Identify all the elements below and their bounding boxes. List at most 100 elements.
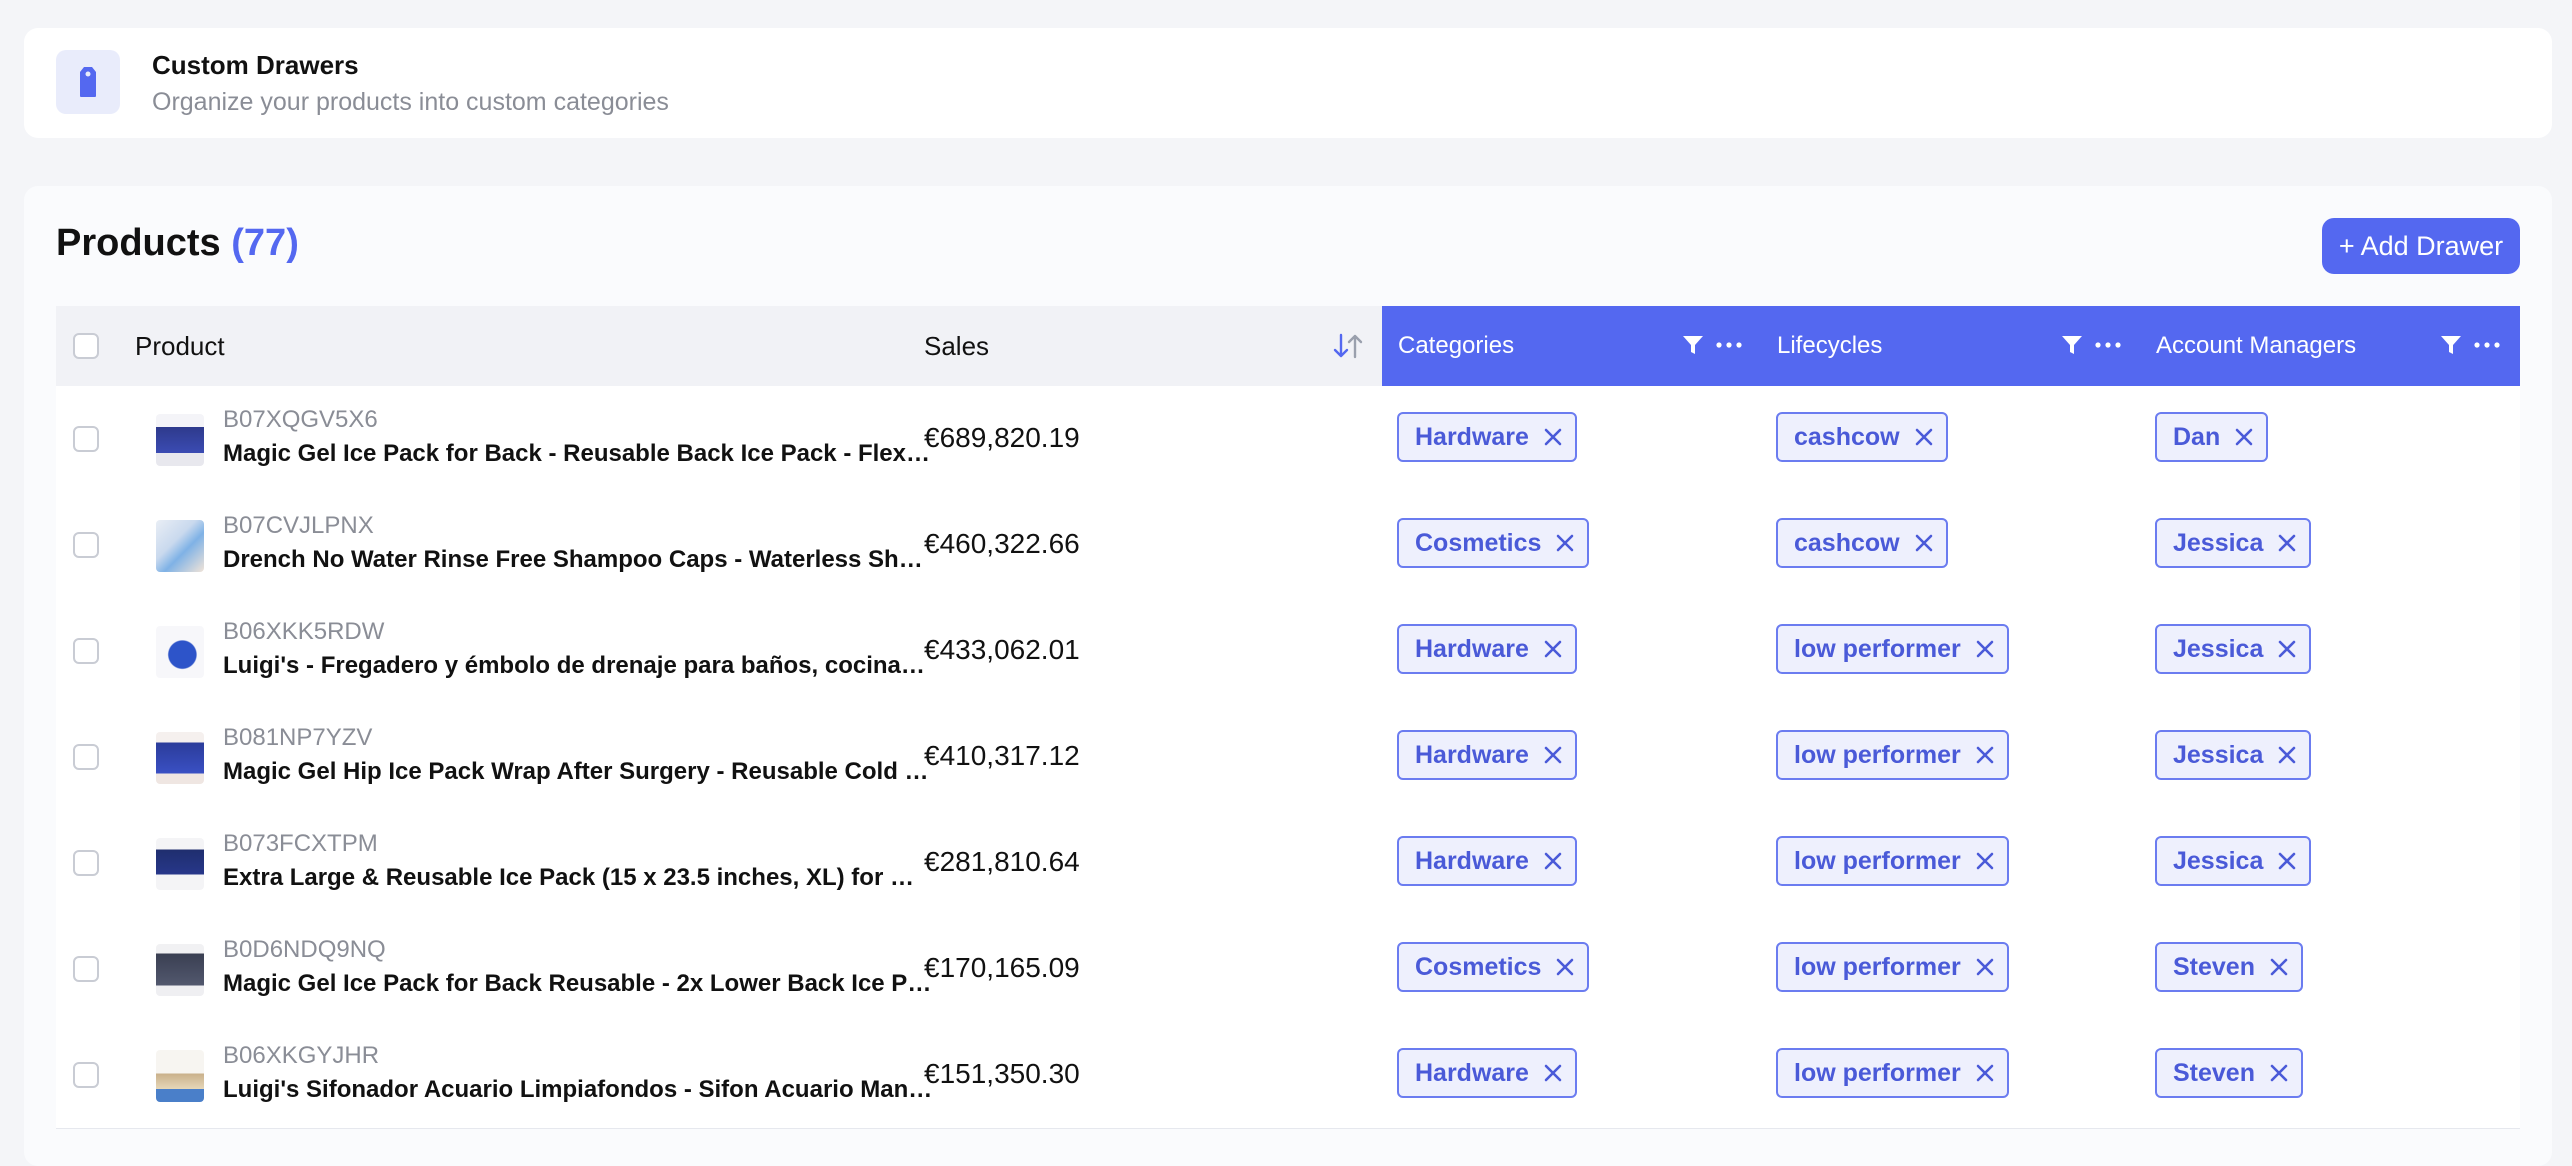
tag-icon [80,67,96,97]
column-header-categories[interactable]: Categories [1398,306,1514,386]
sort-icon[interactable] [1332,332,1364,360]
close-icon[interactable] [2277,639,2297,659]
column-header-account-managers[interactable]: Account Managers [2156,306,2356,386]
drawer-columns-header: Categories Lifecycles Account Managers [1382,306,2520,386]
close-icon[interactable] [1975,745,1995,765]
row-checkbox[interactable] [73,956,99,982]
lifecycle-tag: low performer [1776,942,2009,992]
close-icon[interactable] [1543,639,1563,659]
product-sku: B0D6NDQ9NQ [223,936,386,963]
category-tag-label: Hardware [1415,634,1529,663]
product-thumbnail [156,1050,204,1102]
product-thumbnail [156,944,204,996]
close-icon[interactable] [1914,427,1934,447]
product-name[interactable]: Magic Gel Ice Pack for Back Reusable - 2… [223,970,933,998]
close-icon[interactable] [1555,533,1575,553]
products-title-text: Products [56,222,221,264]
product-name[interactable]: Luigi's Sifonador Acuario Limpiafondos -… [223,1076,933,1104]
product-name[interactable]: Extra Large & Reusable Ice Pack (15 x 23… [223,864,933,892]
close-icon[interactable] [2277,745,2297,765]
close-icon[interactable] [1543,745,1563,765]
table-row[interactable]: B081NP7YZV Magic Gel Hip Ice Pack Wrap A… [56,704,2520,811]
close-icon[interactable] [2269,957,2289,977]
close-icon[interactable] [2269,1063,2289,1083]
close-icon[interactable] [2277,851,2297,871]
account-manager-tag-label: Jessica [2173,634,2264,663]
product-sales: €460,322.66 [924,528,1080,559]
account-managers-more-icon[interactable] [2474,342,2500,348]
product-sku: B06XKK5RDW [223,618,385,645]
product-name[interactable]: Drench No Water Rinse Free Shampoo Caps … [223,546,933,574]
product-sales: €170,165.09 [924,952,1080,983]
category-tag-label: Hardware [1415,422,1529,451]
lifecycle-tag-label: low performer [1794,1058,1961,1087]
account-manager-tag-label: Dan [2173,422,2221,451]
column-header-lifecycles[interactable]: Lifecycles [1777,306,1882,386]
close-icon[interactable] [1543,1063,1563,1083]
table-row[interactable]: B07XQGV5X6 Magic Gel Ice Pack for Back -… [56,386,2520,493]
close-icon[interactable] [1975,639,1995,659]
account-manager-tag: Jessica [2155,518,2312,568]
categories-more-icon[interactable] [1716,342,1742,348]
product-sales: €433,062.01 [924,634,1080,665]
close-icon[interactable] [2234,427,2254,447]
table-row[interactable]: B0D6NDQ9NQ Magic Gel Ice Pack for Back R… [56,916,2520,1023]
close-icon[interactable] [1975,1063,1995,1083]
lifecycle-tag-label: low performer [1794,740,1961,769]
lifecycle-tag-label: low performer [1794,846,1961,875]
table-row[interactable]: B06XKGYJHR Luigi's Sifonador Acuario Lim… [56,1022,2520,1129]
account-manager-tag-label: Steven [2173,952,2255,981]
lifecycle-tag: low performer [1776,836,2009,886]
lifecycle-tag: cashcow [1776,518,1948,568]
product-name[interactable]: Magic Gel Hip Ice Pack Wrap After Surger… [223,758,933,786]
close-icon[interactable] [1543,427,1563,447]
categories-filter-icon[interactable] [1682,334,1704,356]
account-manager-tag-label: Steven [2173,1058,2255,1087]
close-icon[interactable] [1914,533,1934,553]
table-row[interactable]: B073FCXTPM Extra Large & Reusable Ice Pa… [56,810,2520,917]
close-icon[interactable] [2277,533,2297,553]
account-managers-filter-icon[interactable] [2440,334,2462,356]
row-checkbox[interactable] [73,744,99,770]
table-row[interactable]: B07CVJLPNX Drench No Water Rinse Free Sh… [56,492,2520,599]
close-icon[interactable] [1555,957,1575,977]
table-row[interactable]: B06XKK5RDW Luigi's - Fregadero y émbolo … [56,598,2520,705]
product-sales: €151,350.30 [924,1058,1080,1089]
close-icon[interactable] [1543,851,1563,871]
products-count: (77) [231,222,299,264]
row-checkbox[interactable] [73,850,99,876]
account-manager-tag: Jessica [2155,836,2312,886]
lifecycle-tag: low performer [1776,730,2009,780]
add-drawer-button[interactable]: + Add Drawer [2322,218,2520,274]
drawer-icon-box [56,50,120,114]
category-tag-label: Hardware [1415,846,1529,875]
product-sales: €689,820.19 [924,422,1080,453]
row-checkbox[interactable] [73,1062,99,1088]
select-all-checkbox[interactable] [73,333,99,359]
product-name[interactable]: Magic Gel Ice Pack for Back - Reusable B… [223,440,933,468]
lifecycles-filter-icon[interactable] [2061,334,2083,356]
product-sales: €281,810.64 [924,846,1080,877]
account-manager-tag-label: Jessica [2173,528,2264,557]
lifecycle-tag-label: low performer [1794,634,1961,663]
product-thumbnail [156,838,204,890]
header-card: Custom Drawers Organize your products in… [24,28,2552,138]
row-checkbox[interactable] [73,638,99,664]
column-header-sales[interactable]: Sales [924,306,989,386]
row-checkbox[interactable] [73,532,99,558]
product-sku: B06XKGYJHR [223,1042,380,1069]
category-tag-label: Cosmetics [1415,528,1542,557]
lifecycle-tag: low performer [1776,1048,2009,1098]
product-name[interactable]: Luigi's - Fregadero y émbolo de drenaje … [223,652,933,680]
close-icon[interactable] [1975,851,1995,871]
lifecycles-more-icon[interactable] [2095,342,2121,348]
lifecycle-tag-label: low performer [1794,952,1961,981]
product-sales: €410,317.12 [924,740,1080,771]
row-checkbox[interactable] [73,426,99,452]
account-manager-tag: Jessica [2155,624,2312,674]
category-tag-label: Hardware [1415,1058,1529,1087]
close-icon[interactable] [1975,957,1995,977]
category-tag: Hardware [1397,730,1577,780]
product-sku: B081NP7YZV [223,724,373,751]
column-header-product[interactable]: Product [135,306,225,386]
